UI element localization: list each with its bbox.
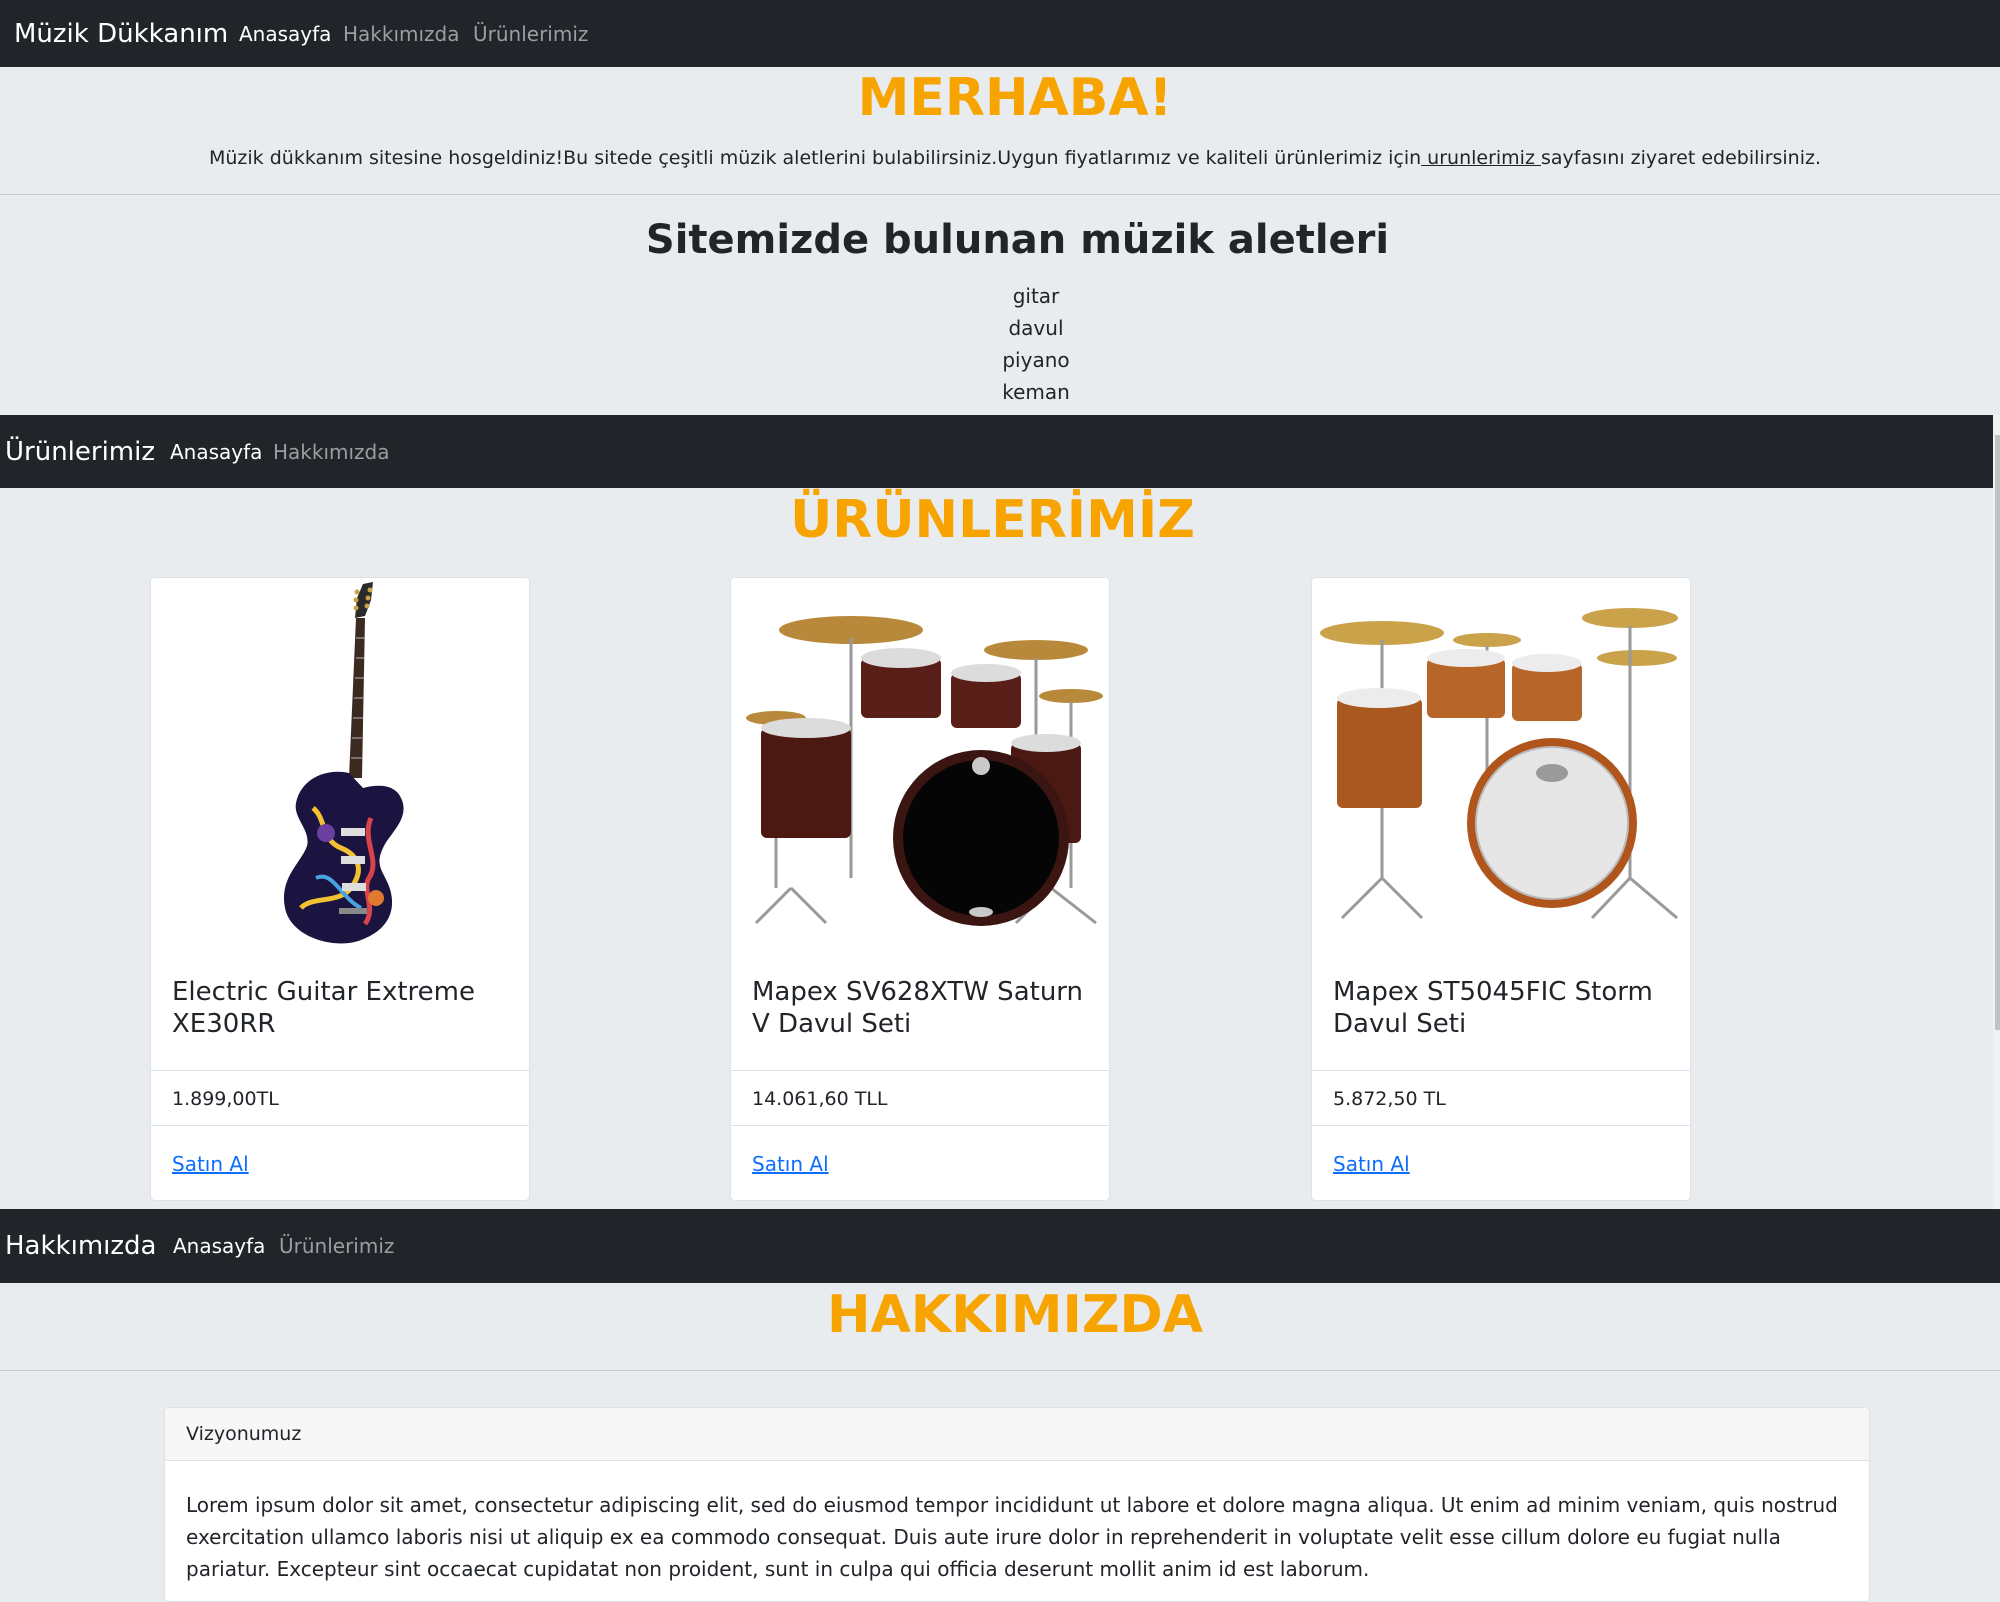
vision-card: Vizyonumuz Lorem ipsum dolor sit amet, c… [164,1407,1870,1602]
products-title: ÜRÜNLERİMİZ [790,490,1195,550]
products-page-link[interactable]: urunlerimiz [1421,147,1541,169]
list-item: gitar [1012,284,1060,308]
product-title: Electric Guitar Extreme XE30RR [172,977,475,1039]
welcome-text: Müzik dükkanım sitesine hosgeldiniz!Bu s… [0,147,2000,169]
product-card: Mapex ST5045FIC Storm Davul Seti 5.872,5… [1311,577,1691,1201]
list-item: piyano [1002,348,1070,372]
welcome-text-end: sayfasını ziyaret edebilirsiniz. [1540,147,1822,169]
divider [151,1125,529,1126]
about-navbar: Hakkımızda Anasayfa Ürünlerimiz [0,1209,2000,1283]
product-card: Mapex SV628XTW Saturn V Davul Seti 14.06… [730,577,1110,1201]
navbar-brand[interactable]: Hakkımızda [5,1231,156,1261]
product-price: 14.061,60 TLL [752,1088,888,1110]
products-navbar: Ürünlerimiz Anasayfa Hakkımızda [0,415,1993,488]
nav-link-home[interactable]: Anasayfa [239,22,331,46]
product-title: Mapex ST5045FIC Storm Davul Seti [1333,977,1653,1039]
home-navbar: Müzik Dükkanım Anasayfa Hakkımızda Ürünl… [0,0,2000,67]
divider [0,194,2000,195]
buy-button[interactable]: Satın Al [1333,1152,1410,1176]
drum-kit-orange-image [1312,578,1690,956]
divider [1312,1125,1690,1126]
nav-link-about[interactable]: Hakkımızda [273,440,390,464]
divider [151,1070,529,1071]
instruments-heading: Sitemizde bulunan müzik aletleri [645,217,1390,263]
divider [1312,1070,1690,1071]
scrollbar-thumb[interactable] [1995,435,2000,1030]
nav-link-home[interactable]: Anasayfa [173,1234,265,1258]
vision-card-header: Vizyonumuz [165,1408,1869,1461]
hero-title: MERHABA! [857,68,1173,128]
nav-link-products[interactable]: Ürünlerimiz [473,22,588,46]
guitar-image [151,578,529,956]
nav-link-products[interactable]: Ürünlerimiz [279,1234,394,1258]
navbar-brand[interactable]: Müzik Dükkanım [14,19,228,49]
buy-button[interactable]: Satın Al [172,1152,249,1176]
product-title: Mapex SV628XTW Saturn V Davul Seti [752,977,1084,1039]
vision-card-body: Lorem ipsum dolor sit amet, consectetur … [186,1493,1838,1581]
about-title: HAKKIMIZDA [827,1285,1203,1345]
buy-button[interactable]: Satın Al [752,1152,829,1176]
divider [731,1070,1109,1071]
product-card: Electric Guitar Extreme XE30RR 1.899,00T… [150,577,530,1201]
vision-card-title: Vizyonumuz [186,1423,302,1445]
navbar-brand[interactable]: Ürünlerimiz [5,437,155,467]
welcome-text-start: Müzik dükkanım sitesine hosgeldiniz!Bu s… [208,147,1422,169]
nav-link-about[interactable]: Hakkımızda [343,22,460,46]
product-price: 1.899,00TL [172,1088,279,1110]
list-item: davul [1008,316,1064,340]
list-item: keman [1002,380,1070,404]
product-price: 5.872,50 TL [1333,1088,1446,1110]
divider [731,1125,1109,1126]
divider [0,1370,2000,1371]
nav-link-home[interactable]: Anasayfa [170,440,262,464]
instrument-list: gitar davul piyano keman [0,280,2000,408]
drum-kit-dark-image [731,578,1109,956]
